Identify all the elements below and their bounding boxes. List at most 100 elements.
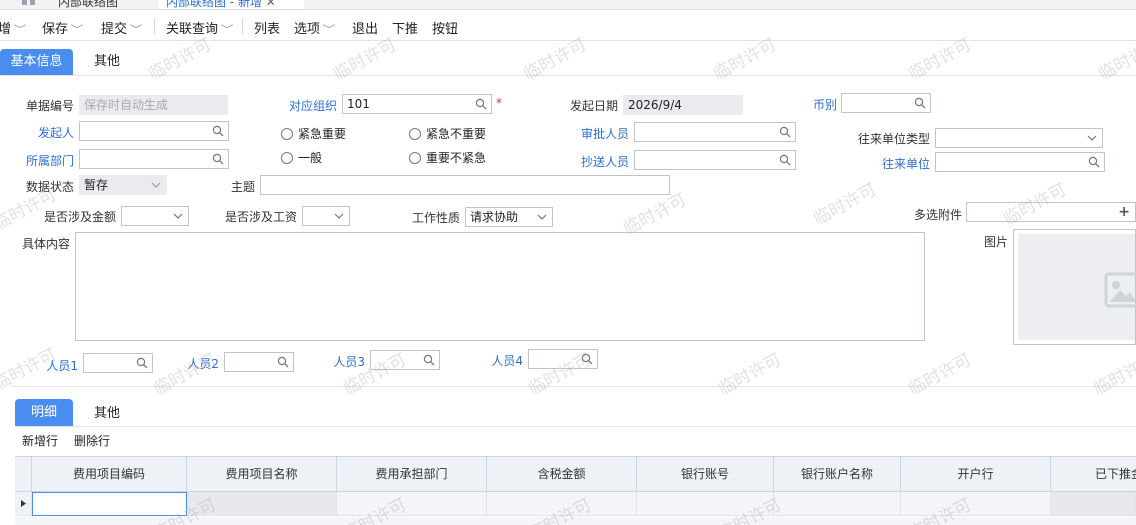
image-label: 图片	[983, 235, 1008, 249]
urgency-radio-normal[interactable]: 一般	[281, 149, 322, 166]
tab-basic-info[interactable]: 基本信息	[0, 49, 73, 75]
grid-col-bank-account[interactable]: 银行账号	[637, 457, 774, 492]
dept-field[interactable]	[79, 149, 229, 169]
toolbar-submit-label: 提交	[101, 22, 128, 37]
cc-field[interactable]	[634, 150, 796, 170]
person4-field[interactable]	[528, 349, 598, 369]
partner-type-label: 往来单位类型	[857, 132, 930, 146]
toolbar-submit-button[interactable]: 提交 ﹀	[101, 18, 143, 37]
toolbar-save-button[interactable]: 保存 ﹀	[42, 18, 84, 37]
section-divider	[10, 386, 1136, 387]
content-label: 具体内容	[21, 237, 70, 251]
urgency-radio-urgent-important[interactable]: 紧急重要	[281, 125, 346, 142]
grid-header: 费用项目编码 费用项目名称 费用承担部门 含税金额 银行账号 银行账户名称 开户…	[15, 456, 1136, 492]
urgency-option-label: 一般	[298, 151, 323, 165]
chevron-down-icon	[1087, 135, 1097, 141]
grid-col-pushed-amount[interactable]: 已下推金	[1051, 457, 1136, 492]
attachments-field[interactable]: +	[966, 202, 1136, 222]
detail-tab-underline	[15, 426, 1136, 427]
toolbar-options-button[interactable]: 选项 ﹀	[294, 18, 336, 37]
involve-salary-label: 是否涉及工资	[224, 210, 297, 224]
grid-col-bank[interactable]: 开户行	[901, 457, 1051, 492]
tab-detail-other[interactable]: 其他	[80, 399, 134, 426]
toolbar-new-button[interactable]: 增 ﹀	[0, 18, 27, 37]
tab-list-page[interactable]: 内部联络图	[58, 0, 118, 9]
org-label: 对应组织	[288, 99, 337, 113]
search-icon[interactable]	[1088, 156, 1100, 168]
toolbar-push-down-button[interactable]: 下推	[392, 18, 418, 37]
tab-new-page[interactable]: 内部联络图 - 新增 ✕	[158, 0, 304, 9]
search-icon[interactable]	[212, 125, 224, 137]
watermark-text: 临时许可	[810, 179, 880, 230]
grid-cell-expense-dept[interactable]	[337, 492, 487, 515]
person1-label: 人员1	[46, 359, 78, 373]
involve-salary-select[interactable]	[302, 206, 350, 226]
grid-col-expense-dept[interactable]: 费用承担部门	[337, 457, 487, 492]
status-field: 暂存	[79, 175, 167, 195]
radio-circle-icon	[281, 152, 293, 164]
toolbar-list-button[interactable]: 列表	[254, 18, 280, 37]
toolbar-separator	[154, 18, 155, 34]
urgency-radio-urgent-not-important[interactable]: 紧急不重要	[409, 125, 486, 142]
grid-cell-bank-account[interactable]	[637, 492, 774, 515]
app-grid-icon[interactable]	[22, 0, 36, 6]
add-row-button[interactable]: 新增行	[22, 432, 58, 449]
search-icon[interactable]	[914, 97, 926, 109]
delete-row-button[interactable]: 删除行	[74, 432, 110, 449]
search-icon[interactable]	[581, 353, 593, 365]
search-icon[interactable]	[779, 154, 791, 166]
grid-col-tax-amount[interactable]: 含税金额	[487, 457, 637, 492]
initiator-field[interactable]	[79, 121, 229, 141]
grid-col-bank-account-name[interactable]: 银行账户名称	[774, 457, 901, 492]
grid-col-expense-code[interactable]: 费用项目编码	[32, 457, 187, 492]
grid-row-header-cell	[15, 457, 32, 492]
approver-field[interactable]	[634, 122, 796, 142]
person1-field[interactable]	[83, 353, 153, 373]
person2-field[interactable]	[224, 352, 294, 372]
grid-cell-bank-account-name[interactable]	[774, 492, 901, 515]
search-icon[interactable]	[212, 153, 224, 165]
currency-field[interactable]	[841, 93, 931, 113]
search-icon[interactable]	[475, 98, 487, 110]
subject-input[interactable]	[260, 175, 670, 195]
grid-cell-tax-amount[interactable]	[487, 492, 637, 515]
doc-no-field: 保存时自动生成	[79, 95, 228, 115]
tab-other[interactable]: 其他	[80, 49, 134, 75]
chevron-down-icon: ﹀	[129, 25, 143, 36]
grid-col-expense-name[interactable]: 费用项目名称	[187, 457, 337, 492]
search-icon[interactable]	[277, 356, 289, 368]
partner-field[interactable]	[935, 152, 1105, 172]
toolbar-related-query-button[interactable]: 关联查询 ﹀	[166, 18, 234, 37]
content-textarea[interactable]	[75, 232, 925, 341]
cc-label: 抄送人员	[580, 155, 629, 169]
urgency-radio-important-not-urgent[interactable]: 重要不紧急	[409, 149, 486, 166]
tab-new-page-label: 内部联络图 - 新增	[166, 0, 262, 9]
toolbar-button-button[interactable]: 按钮	[432, 18, 458, 37]
search-icon[interactable]	[779, 126, 791, 138]
urgency-option-label: 紧急不重要	[426, 127, 487, 141]
search-icon[interactable]	[423, 354, 435, 366]
grid-cell-bank[interactable]	[901, 492, 1051, 515]
org-field[interactable]: 101	[342, 94, 492, 114]
status-value: 暂存	[84, 178, 109, 192]
watermark-text: 临时许可	[150, 349, 220, 400]
work-nature-select[interactable]: 请求协助	[465, 207, 553, 227]
tab-detail[interactable]: 明细	[15, 399, 73, 426]
required-mark: *	[496, 96, 502, 110]
person2-label: 人员2	[187, 357, 219, 371]
toolbar-exit-button[interactable]: 退出	[352, 18, 378, 37]
image-placeholder	[1018, 234, 1136, 340]
grid-cell-expense-code-input[interactable]	[32, 492, 187, 516]
image-upload-box[interactable]	[1013, 229, 1136, 345]
involve-amount-select[interactable]	[121, 206, 189, 226]
close-icon[interactable]: ✕	[266, 0, 276, 9]
chevron-down-icon	[173, 213, 183, 219]
person3-field[interactable]	[370, 350, 440, 370]
plus-icon[interactable]: +	[1118, 203, 1130, 221]
partner-type-select[interactable]	[935, 128, 1103, 148]
tab-underline	[0, 75, 1136, 76]
involve-amount-label: 是否涉及金额	[43, 210, 116, 224]
search-icon[interactable]	[136, 357, 148, 369]
chevron-down-icon	[334, 213, 344, 219]
toolbar-separator	[242, 18, 243, 34]
